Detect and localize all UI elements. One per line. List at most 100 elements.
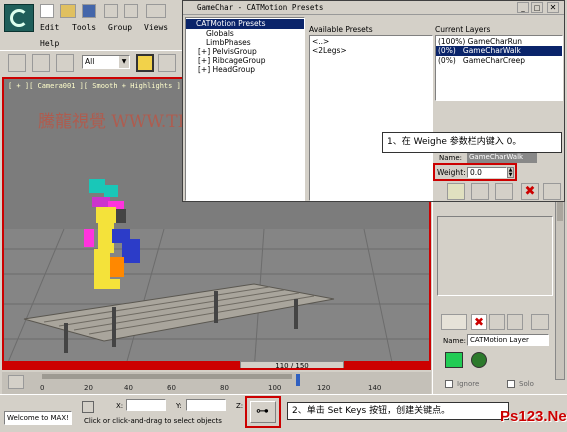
menu-edit[interactable]: Edit [40, 23, 59, 32]
timeline[interactable] [2, 372, 431, 394]
panel-name-value: CATMotion Layer [470, 336, 529, 344]
menu-tools[interactable]: Tools [72, 23, 96, 32]
key-icon: ⊶ [256, 404, 269, 419]
lock-icon[interactable] [82, 401, 94, 413]
time-slider-thumb[interactable]: 110 / 150 [240, 361, 344, 368]
brand-watermark: Ps123.Net [500, 408, 567, 430]
prompt-text: Click or click-and-drag to select object… [84, 417, 222, 425]
menu-views[interactable]: Views [144, 23, 168, 32]
timeline-key-marker[interactable] [296, 374, 300, 386]
timeline-toggle-icon[interactable] [8, 375, 24, 389]
tick-label-120: 120 [317, 384, 331, 392]
x-label: X: [116, 402, 124, 410]
tick-label-40: 40 [124, 384, 133, 392]
maxscript-listener[interactable]: Welcome to MAX! [4, 411, 72, 425]
callout-weight-text: 1、在 Weighe 参数栏内键入 0。 [387, 137, 522, 147]
brand-watermark-text: Ps123.Net [500, 408, 567, 425]
ignore-label: Ignore [457, 380, 480, 388]
y-label: Y: [176, 402, 182, 410]
solo-label: Solo [519, 380, 534, 388]
load-preset-icon[interactable] [447, 183, 465, 200]
layer-color-swatch[interactable] [445, 352, 463, 368]
solo-checkbox[interactable] [507, 380, 515, 388]
select-object-icon[interactable] [136, 54, 154, 72]
z-label: Z: [236, 402, 244, 410]
tick-label-60: 60 [167, 384, 176, 392]
y-coordinate-field[interactable] [186, 399, 226, 411]
weight-spinner[interactable]: ▲ ▼ [507, 167, 514, 178]
new-file-icon[interactable] [40, 4, 54, 18]
tick-label-0: 0 [40, 384, 45, 392]
selection-filter-dropdown[interactable]: All ▼ [82, 55, 130, 69]
catmotion-presets-dialog[interactable]: GameChar - CATMotion Presets _ □ ✕ CATMo… [182, 0, 565, 202]
maxscript-text: Welcome to MAX! [7, 414, 69, 422]
timeline-key-range [42, 374, 292, 379]
menu-group[interactable]: Group [108, 23, 132, 32]
dialog-name-field[interactable]: GameCharWalk [467, 152, 537, 163]
delete-preset-icon[interactable]: ✖ [521, 183, 539, 200]
add-preset-icon[interactable] [495, 183, 513, 200]
callout-weight: 1、在 Weighe 参数栏内键入 0。 [382, 132, 562, 153]
tick-label-20: 20 [84, 384, 93, 392]
close-icon[interactable]: ✕ [547, 2, 559, 13]
callout-set-keys-text: 2、单击 Set Keys 按钮，创建关键点。 [292, 406, 451, 416]
app-logo[interactable] [4, 4, 34, 32]
menu-help[interactable]: Help [40, 39, 59, 48]
remove-layer-icon[interactable]: ✖ [471, 314, 487, 330]
link-icon[interactable] [8, 54, 26, 72]
callout-set-keys: 2、单击 Set Keys 按钮，创建关键点。 [287, 402, 509, 420]
selection-filter-value: All [85, 57, 95, 66]
grid-view-icon[interactable] [543, 183, 561, 200]
weight-label: Weight: [437, 168, 466, 177]
unlink-icon[interactable] [32, 54, 50, 72]
open-file-icon[interactable] [60, 4, 76, 18]
save-file-icon[interactable] [82, 4, 96, 18]
x-coordinate-field[interactable] [126, 399, 166, 411]
dialog-title: GameChar - CATMotion Presets [197, 3, 324, 12]
tree-item-limbphases[interactable]: LimbPhases [206, 38, 251, 47]
dialog-title-bar[interactable]: GameChar - CATMotion Presets _ □ ✕ [183, 1, 564, 15]
tree-item-globals[interactable]: Globals [206, 29, 234, 38]
set-keys-button[interactable]: ⊶ [245, 396, 281, 428]
dialog-name-label: Name: [439, 154, 463, 162]
preset-tree[interactable]: CATMotion Presets Globals LimbPhases [+]… [185, 17, 305, 201]
layer-type-icon[interactable] [471, 352, 487, 368]
time-slider-track[interactable]: 110 / 150 [4, 361, 429, 368]
available-presets-list[interactable]: <..> <2Legs> [309, 35, 433, 201]
layer-item-walk-selected[interactable]: (0%) GameCharWalk [436, 46, 562, 56]
project-folder-icon[interactable] [146, 4, 166, 18]
tree-item-headgroup[interactable]: [+] HeadGroup [198, 65, 255, 74]
save-preset-icon[interactable] [471, 183, 489, 200]
layer-item-creep[interactable]: (0%) GameCharCreep [438, 56, 525, 65]
redo-icon[interactable] [124, 4, 138, 18]
tree-item-pelvisgroup[interactable]: [+] PelvisGroup [198, 47, 257, 56]
preset-item-2legs[interactable]: <2Legs> [312, 46, 347, 55]
add-layer-icon[interactable] [441, 314, 467, 330]
undo-icon[interactable] [104, 4, 118, 18]
dialog-name-value: GameCharWalk [469, 153, 524, 161]
weight-value: 0.0 [470, 168, 482, 177]
maximize-icon[interactable]: □ [531, 2, 543, 13]
layer-settings-icon[interactable] [531, 314, 549, 330]
tick-label-140: 140 [368, 384, 382, 392]
tree-item-catmotion-presets[interactable]: CATMotion Presets [186, 19, 304, 29]
paste-layer-icon[interactable] [507, 314, 523, 330]
weight-input[interactable]: 0.0 [467, 167, 507, 178]
tree-item-ribcagegroup[interactable]: [+] RibcageGroup [198, 56, 266, 65]
tick-label-80: 80 [220, 384, 229, 392]
preset-item-parent[interactable]: <..> [312, 37, 329, 46]
minimize-icon[interactable]: _ [517, 2, 529, 13]
copy-layer-icon[interactable] [489, 314, 505, 330]
panel-name-label: Name: [443, 337, 467, 345]
main-toolbar: All ▼ [0, 50, 182, 76]
select-by-name-icon[interactable] [158, 54, 176, 72]
layer-item-run[interactable]: (100%) GameCharRun [438, 37, 522, 46]
current-layers-header: Current Layers [435, 25, 491, 34]
ignore-checkbox[interactable] [445, 380, 453, 388]
panel-scroll-area[interactable] [437, 216, 553, 296]
panel-name-field[interactable]: CATMotion Layer [467, 334, 549, 346]
bind-spacewarp-icon[interactable] [56, 54, 74, 72]
tick-label-100: 100 [268, 384, 282, 392]
available-presets-header: Available Presets [309, 25, 373, 34]
current-layers-list[interactable]: (100%) GameCharRun (0%) GameCharWalk (0%… [435, 35, 563, 101]
